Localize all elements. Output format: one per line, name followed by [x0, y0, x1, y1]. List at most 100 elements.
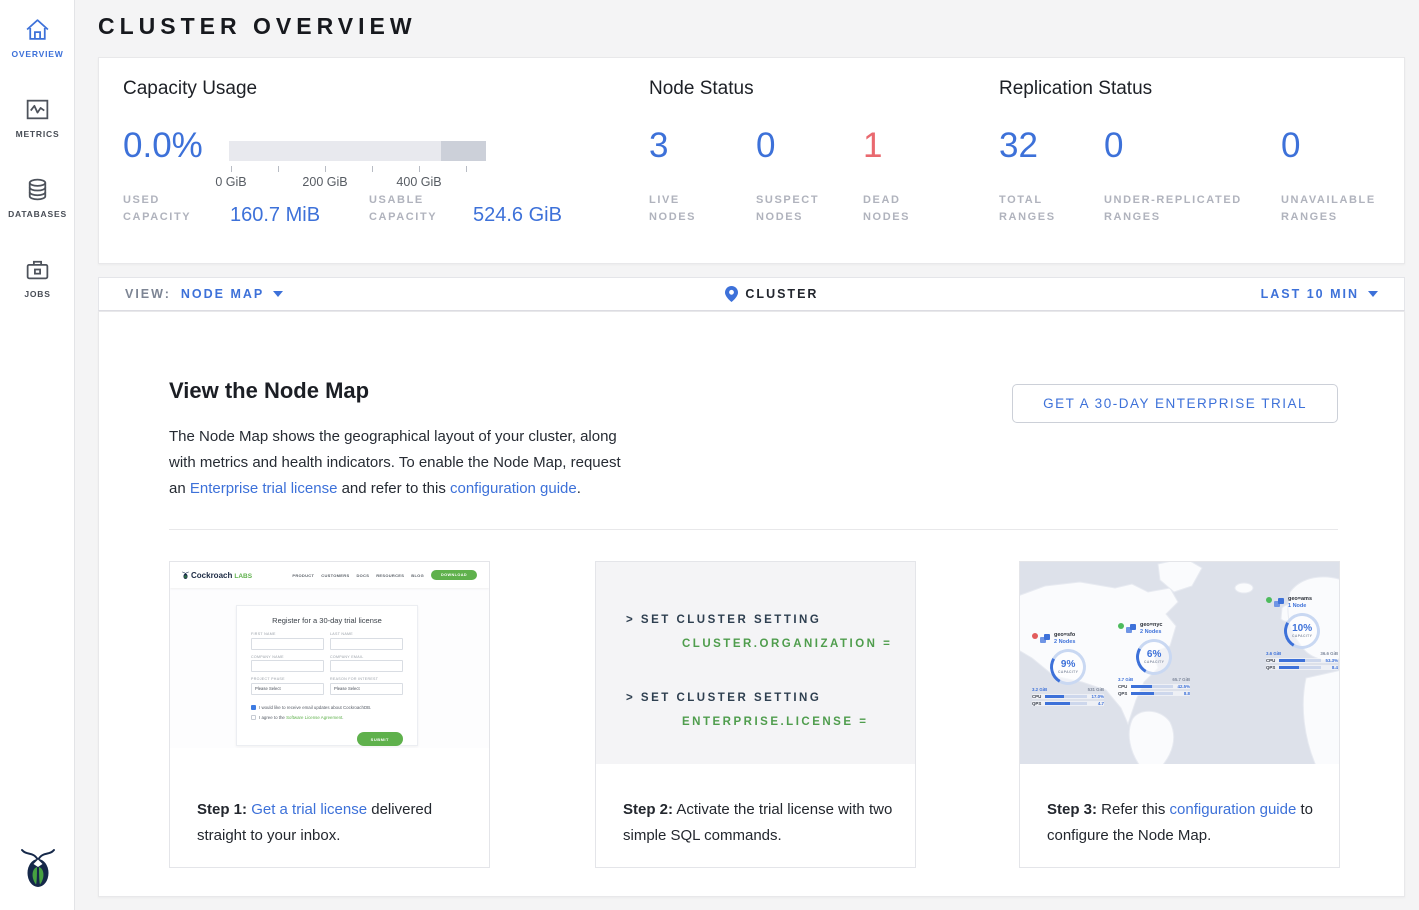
- time-range-dropdown[interactable]: LAST 10 MIN: [1261, 287, 1378, 301]
- checkbox[interactable]: [251, 705, 256, 710]
- cockroach-icon: [182, 571, 189, 580]
- sidebar-item-overview[interactable]: OVERVIEW: [0, 0, 75, 80]
- replication-stat-label: UNAVAILABLE RANGES: [1281, 192, 1396, 226]
- form-input[interactable]: Please Select: [330, 683, 403, 695]
- node-map-heading: View the Node Map: [169, 378, 369, 404]
- sql-commands-block: > SET CLUSTER SETTINGCLUSTER.ORGANIZATIO…: [596, 562, 915, 764]
- node-map-panel: View the Node Map The Node Map shows the…: [98, 311, 1405, 897]
- minisite-nav-docs[interactable]: DOCS: [356, 573, 369, 578]
- form-field-label: COMPANY NAME: [251, 655, 324, 659]
- node-stat-label: LIVE NODES: [649, 192, 719, 226]
- node-stat-value: 3: [649, 126, 668, 166]
- cpu-stat: CPU42.5%: [1118, 684, 1190, 689]
- form-field: COMPANY NAME: [251, 655, 324, 673]
- view-label: VIEW:: [125, 287, 171, 301]
- gauge-tick: [278, 166, 279, 172]
- trial-registration-screenshot: Cockroach LABS PRODUCT CUSTOMERS DOCS RESOU…: [170, 562, 489, 748]
- minisite-download-button[interactable]: DOWNLOAD: [431, 570, 477, 580]
- sql-code-line: CLUSTER.ORGANIZATION =: [626, 632, 915, 656]
- cockroach-labs-logo: [0, 847, 75, 896]
- form-field-label: PROJECT PHASE: [251, 677, 324, 681]
- minisite-nav-customers[interactable]: CUSTOMERS: [321, 573, 349, 578]
- enterprise-trial-license-link[interactable]: Enterprise trial license: [190, 480, 338, 497]
- license-agreement-link[interactable]: Software License Agreement: [286, 715, 342, 720]
- capacity-range: 3.7 GiB65.7 GiB: [1118, 677, 1190, 682]
- enterprise-trial-button[interactable]: GET A 30-DAY ENTERPRISE TRIAL: [1012, 384, 1338, 423]
- replication-stat-label: TOTAL RANGES: [999, 192, 1074, 226]
- node-stat-label: DEAD NODES: [863, 192, 933, 226]
- form-input[interactable]: [330, 660, 403, 672]
- replication-status-title: Replication Status: [999, 78, 1152, 100]
- node-cubes-icon: [1274, 598, 1285, 608]
- capacity-percent: 9%: [1058, 660, 1078, 670]
- view-toolbar: VIEW: NODE MAP CLUSTER LAST 10 MIN: [98, 277, 1405, 311]
- minisite-nav-product[interactable]: PRODUCT: [292, 573, 314, 578]
- view-selector-value: NODE MAP: [181, 287, 264, 301]
- capacity-usage-title: Capacity Usage: [123, 78, 257, 100]
- locality-name: geo=nyc: [1140, 622, 1162, 629]
- form-input[interactable]: Please Select: [251, 683, 324, 695]
- node-cubes-icon: [1040, 634, 1051, 644]
- minisite-nav-blog[interactable]: BLOG: [411, 573, 424, 578]
- locality-name: geo=sfo: [1054, 632, 1075, 639]
- qps-stat: QPS4.7: [1032, 701, 1104, 706]
- locality-marker-geo-nyc: geo=nyc 2 Nodes 6% CAPACITY 3.7 GiB65.7 …: [1118, 622, 1190, 696]
- configuration-guide-link[interactable]: configuration guide: [450, 480, 577, 497]
- checkbox-label: I would like to receive email updates ab…: [259, 705, 371, 710]
- locality-node-count: 2 Nodes: [1140, 629, 1162, 636]
- used-capacity-value: 160.7 MiB: [230, 204, 320, 227]
- qps-stat: QPS8.4: [1266, 665, 1338, 670]
- capacity-range: 3.2 GiB531 GiB: [1032, 687, 1104, 692]
- database-icon: [0, 176, 75, 203]
- step-3-label: Step 3:: [1047, 801, 1097, 818]
- step-2-label: Step 2:: [623, 801, 673, 818]
- view-selector-dropdown[interactable]: NODE MAP: [181, 287, 283, 301]
- form-field: COMPANY EMAIL: [330, 655, 403, 673]
- locality-marker-geo-sfo: geo=sfo 2 Nodes 9% CAPACITY 3.2 GiB531 G…: [1032, 632, 1104, 706]
- locality-marker-geo-ams: geo=ams 1 Node 10% CAPACITY 3.6 GiB36.6 …: [1266, 596, 1338, 670]
- sidebar-item-metrics[interactable]: METRICS: [0, 80, 75, 160]
- sidebar-item-databases[interactable]: DATABASES: [0, 160, 75, 240]
- form-field: FIRST NAME: [251, 632, 324, 650]
- configuration-guide-link[interactable]: configuration guide: [1170, 801, 1297, 818]
- locality-node-count: 2 Nodes: [1054, 639, 1075, 646]
- status-dot: [1118, 623, 1124, 629]
- step-1-caption: Step 1: Get a trial license delivered st…: [197, 797, 469, 849]
- sql-code-line: ENTERPRISE.LICENSE =: [626, 710, 915, 734]
- gauge-tick: [372, 166, 373, 172]
- minisite-nav-resources[interactable]: RESOURCES: [376, 573, 404, 578]
- section-divider: [169, 529, 1338, 530]
- get-trial-license-link[interactable]: Get a trial license: [251, 801, 367, 818]
- form-input[interactable]: [251, 660, 324, 672]
- form-field: LAST NAME: [330, 632, 403, 650]
- sidebar-item-jobs[interactable]: JOBS: [0, 240, 75, 320]
- capacity-percent: 10%: [1292, 624, 1312, 634]
- form-field: PROJECT PHASE Please Select: [251, 677, 324, 695]
- form-input[interactable]: [251, 638, 324, 650]
- sql-code-line: > SET CLUSTER SETTING: [626, 686, 915, 710]
- used-capacity-label: USED CAPACITY: [123, 192, 218, 226]
- gauge-tick-label: 400 GiB: [396, 175, 441, 189]
- qps-stat: QPS8.8: [1118, 691, 1190, 696]
- capacity-label: CAPACITY: [1144, 660, 1164, 664]
- gauge-tick: [419, 166, 420, 172]
- node-stat-value: 1: [863, 126, 882, 166]
- chevron-down-icon: [273, 291, 283, 297]
- minisite-cockroach-logo: Cockroach LABS: [182, 571, 252, 580]
- gauge-tick: [231, 166, 232, 172]
- capacity-donut: 10% CAPACITY: [1280, 609, 1324, 653]
- form-input[interactable]: [330, 638, 403, 650]
- step-3-card: geo=sfo 2 Nodes 9% CAPACITY 3.2 GiB531 G…: [1019, 561, 1340, 868]
- replication-stat-label: UNDER-REPLICATED RANGES: [1104, 192, 1269, 226]
- form-checkbox-row: I agree to the Software License Agreemen…: [251, 715, 403, 720]
- usable-capacity-label: USABLE CAPACITY: [369, 192, 464, 226]
- sidebar-item-label: METRICS: [0, 129, 75, 139]
- capacity-gauge-reserved-segment: [441, 141, 486, 161]
- sql-code-line: > SET CLUSTER SETTING: [626, 608, 915, 632]
- submit-button[interactable]: SUBMIT: [357, 732, 403, 746]
- checkbox[interactable]: [251, 715, 256, 720]
- main-content: CLUSTER OVERVIEW Capacity Usage 0.0% 0 G…: [76, 0, 1419, 910]
- sidebar: OVERVIEW METRICS DATABASESJOBS: [0, 0, 75, 910]
- checkbox-label: I agree to the Software License Agreemen…: [259, 715, 343, 720]
- minisite-logo-text: Cockroach: [191, 571, 232, 580]
